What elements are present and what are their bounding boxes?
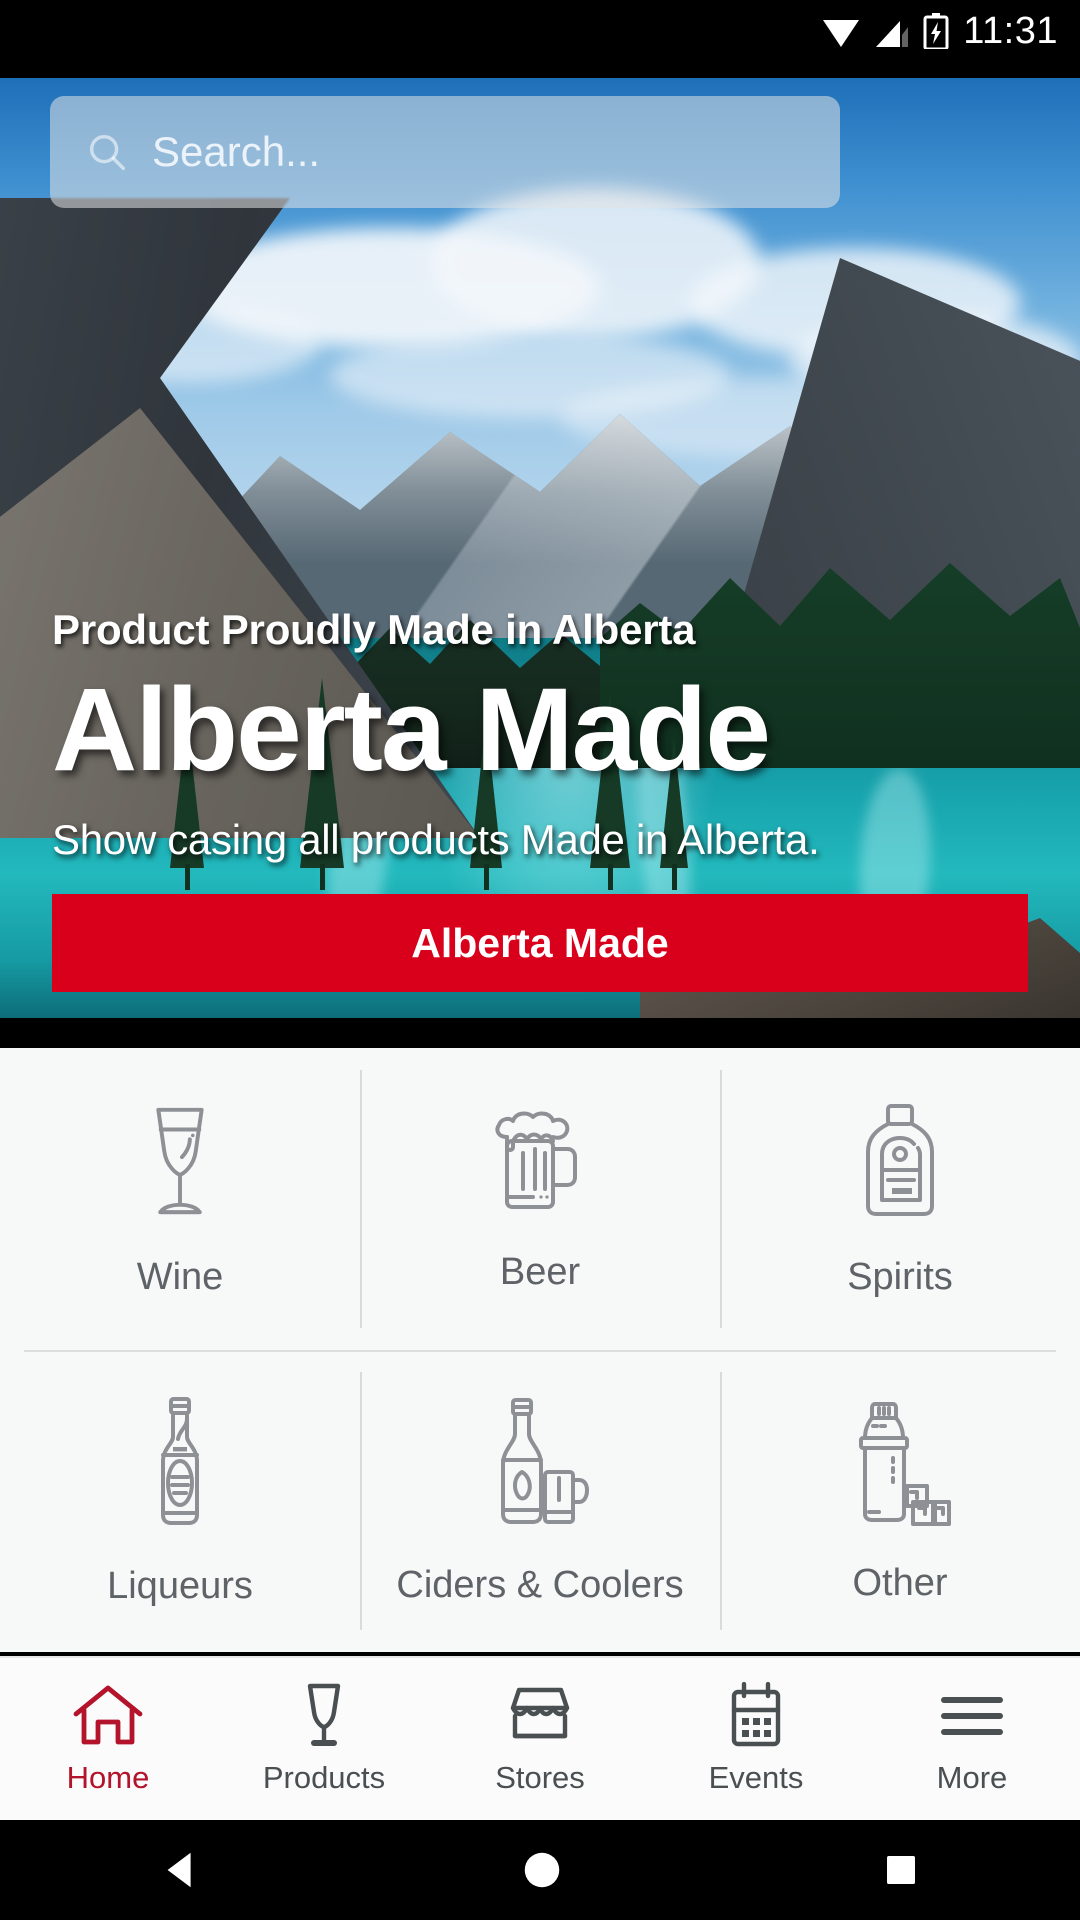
storefront-icon — [510, 1687, 570, 1739]
tab-label: Products — [262, 1760, 386, 1795]
category-wine[interactable]: Wine — [0, 1048, 360, 1350]
hero-eyebrow: Product Proudly Made in Alberta — [52, 605, 696, 653]
category-row-2: Liqueurs Ciders & Coolers Other — [0, 1350, 1080, 1652]
cellular-signal-icon — [876, 21, 909, 47]
beer-mug-icon — [485, 1105, 595, 1217]
android-navigation-bar — [0, 1820, 1080, 1920]
category-label: Liqueurs — [107, 1564, 253, 1607]
hero-copy: Product Proudly Made in Alberta Alberta … — [52, 606, 1028, 992]
calendar-icon — [731, 1682, 781, 1747]
hero-title: Alberta Made — [52, 663, 771, 796]
back-triangle-icon[interactable] — [158, 1847, 204, 1893]
app-screen: 11:31 Search... Product Proudly Made in … — [0, 0, 1080, 1920]
search-bar[interactable]: Search... — [50, 96, 840, 208]
category-label: Beer — [499, 1250, 581, 1293]
liqueur-bottle-icon — [143, 1395, 217, 1531]
cider-bottle-mug-icon — [485, 1396, 595, 1530]
tab-label: Home — [66, 1760, 150, 1795]
status-icons — [821, 13, 949, 49]
category-beer[interactable]: Beer — [360, 1048, 720, 1350]
category-row-1: Wine Beer Spirits — [0, 1048, 1080, 1350]
bottom-tab-bar: Home Products Stores Events More — [0, 1656, 1080, 1820]
hero-banner[interactable]: Search... Product Proudly Made in Albert… — [0, 78, 1080, 1018]
tab-stores[interactable]: Stores — [432, 1682, 648, 1796]
battery-charging-icon — [923, 13, 949, 49]
wifi-icon — [823, 20, 860, 47]
category-label: Wine — [136, 1255, 224, 1298]
tab-home[interactable]: Home — [0, 1682, 216, 1796]
category-grid: Wine Beer Spirits Liqueurs Ciders & Cool… — [0, 1048, 1080, 1652]
hamburger-menu-icon — [941, 1697, 1003, 1735]
search-input[interactable]: Search... — [152, 128, 320, 176]
status-bar: 11:31 — [0, 0, 1080, 62]
tab-label: Events — [708, 1760, 804, 1795]
tab-events[interactable]: Events — [648, 1682, 864, 1796]
category-label: Ciders & Coolers — [396, 1563, 684, 1606]
home-icon — [73, 1685, 143, 1745]
search-icon — [89, 134, 126, 171]
tab-products[interactable]: Products — [216, 1682, 432, 1796]
home-circle-icon[interactable] — [519, 1847, 565, 1893]
recents-square-icon[interactable] — [880, 1849, 922, 1891]
category-ciders-coolers[interactable]: Ciders & Coolers — [360, 1350, 720, 1652]
category-liqueurs[interactable]: Liqueurs — [0, 1350, 360, 1652]
tab-label: More — [936, 1760, 1008, 1795]
spirits-bottle-icon — [856, 1100, 944, 1222]
category-label: Other — [852, 1561, 948, 1604]
category-spirits[interactable]: Spirits — [720, 1048, 1080, 1350]
tab-more[interactable]: More — [864, 1682, 1080, 1796]
cocktail-shaker-icon — [849, 1398, 951, 1528]
wine-glass-icon — [307, 1683, 341, 1746]
category-other[interactable]: Other — [720, 1350, 1080, 1652]
alberta-made-button[interactable]: Alberta Made — [52, 894, 1028, 992]
category-label: Spirits — [847, 1255, 953, 1298]
status-bar-clock: 11:31 — [963, 10, 1058, 52]
wine-glass-icon — [132, 1100, 228, 1222]
tab-label: Stores — [495, 1760, 585, 1795]
hero-subtitle: Show casing all products Made in Alberta… — [52, 816, 820, 863]
